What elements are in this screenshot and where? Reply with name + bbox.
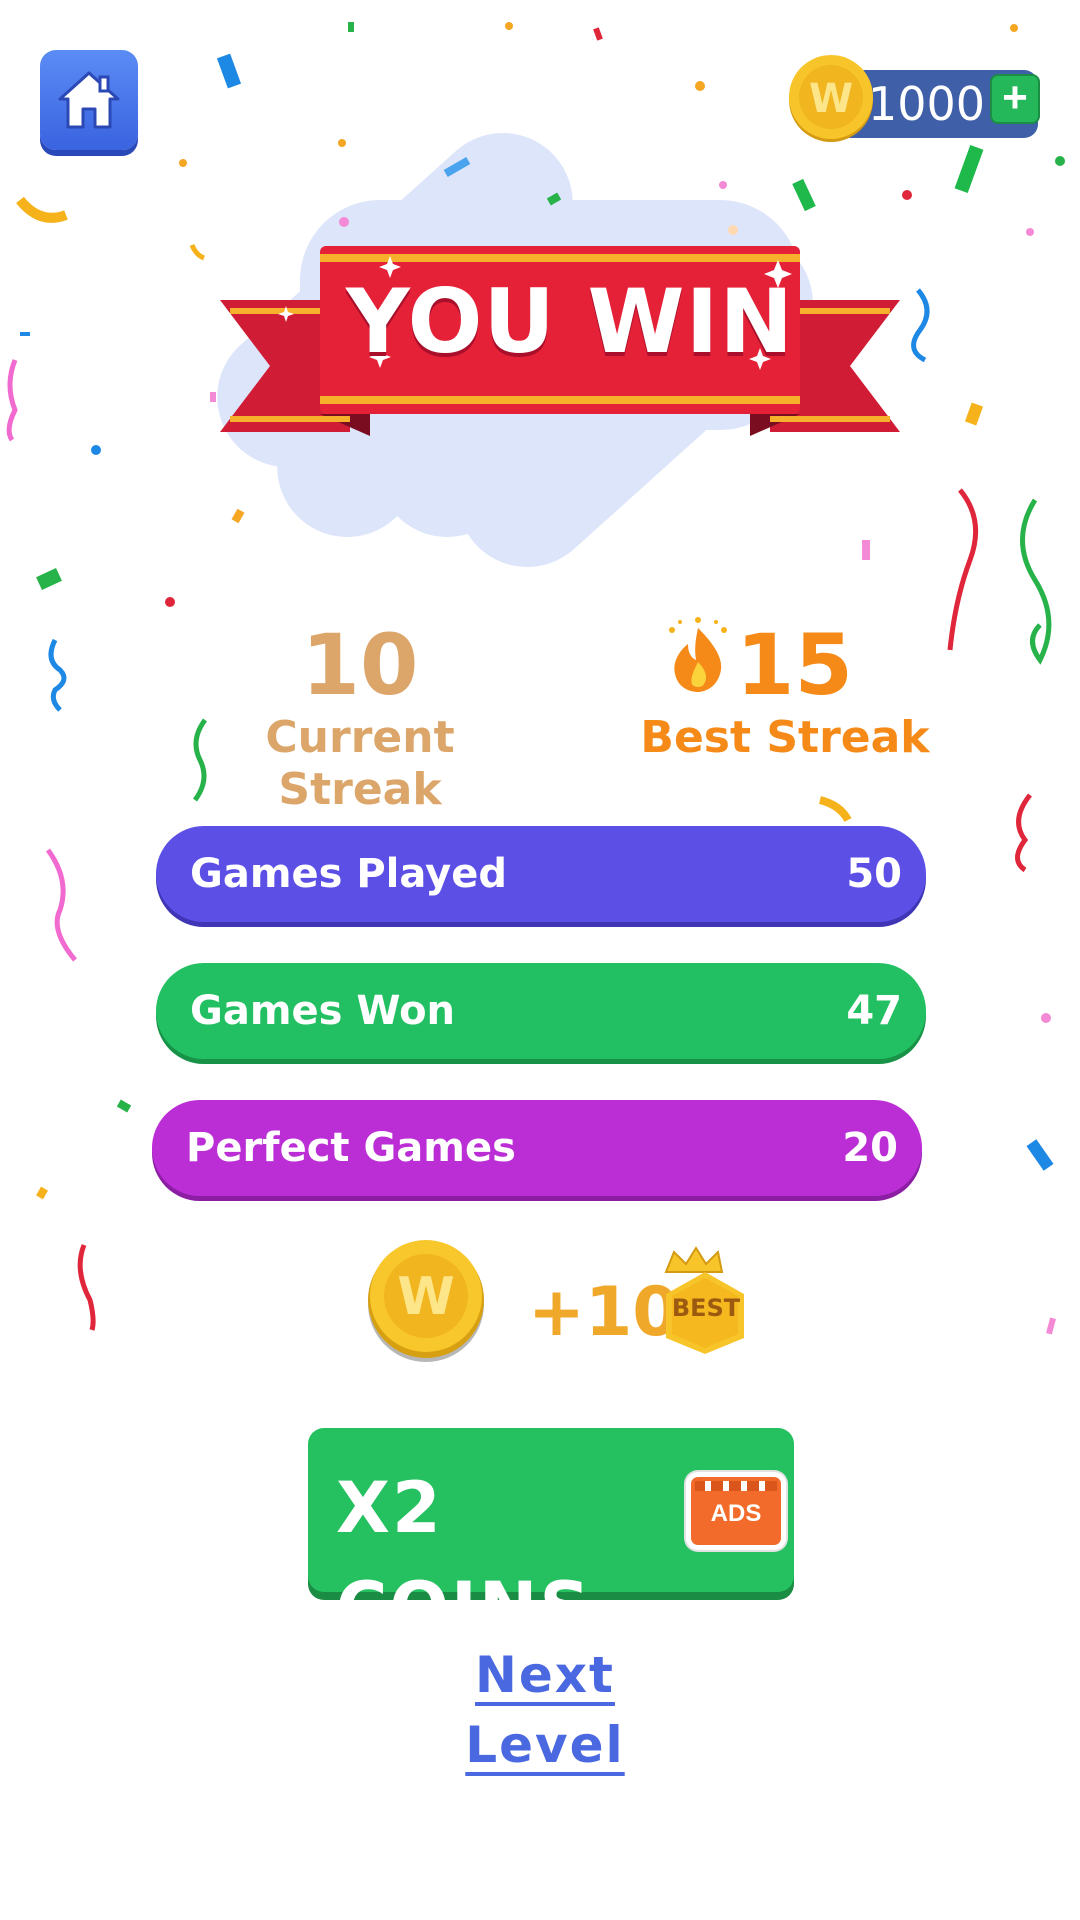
stat-value: 50 xyxy=(846,851,902,897)
stat-value: 47 xyxy=(846,988,902,1034)
ads-label: ADS xyxy=(710,1500,762,1527)
coin-balance: 1000 xyxy=(868,77,986,131)
stat-value: 20 xyxy=(842,1125,898,1171)
stat-label: Games Won xyxy=(190,988,456,1034)
house-icon xyxy=(58,71,120,129)
stat-games-played: Games Played 50 xyxy=(156,826,926,922)
current-streak-value: 10 xyxy=(301,616,419,714)
svg-text:W: W xyxy=(397,1267,454,1327)
next-level-link[interactable]: Next Level xyxy=(400,1640,690,1774)
svg-text:W: W xyxy=(809,76,853,122)
double-coins-label: X2 COINS xyxy=(336,1467,592,1649)
stat-label: Games Played xyxy=(190,851,507,897)
stat-games-won: Games Won 47 xyxy=(156,963,926,1059)
best-badge-label: BEST xyxy=(671,1294,741,1322)
w-coin-icon: W xyxy=(789,55,873,142)
clapperboard-icon xyxy=(695,1481,777,1491)
stat-label: Perfect Games xyxy=(186,1125,516,1171)
reward-coin-icon: W xyxy=(368,1240,484,1362)
flame-icon xyxy=(669,617,727,692)
add-coins-button[interactable]: + xyxy=(990,74,1040,124)
best-streak-value: 15 xyxy=(736,616,853,714)
stat-perfect-games: Perfect Games 20 xyxy=(152,1100,922,1196)
ads-badge: ADS xyxy=(686,1472,786,1550)
current-streak-label: Current Streak xyxy=(265,712,455,815)
home-button[interactable] xyxy=(40,50,138,150)
reward-amount: +10 xyxy=(528,1273,680,1352)
best-streak-label: Best Streak xyxy=(640,712,930,763)
you-win-title: YOU WIN xyxy=(346,270,794,373)
